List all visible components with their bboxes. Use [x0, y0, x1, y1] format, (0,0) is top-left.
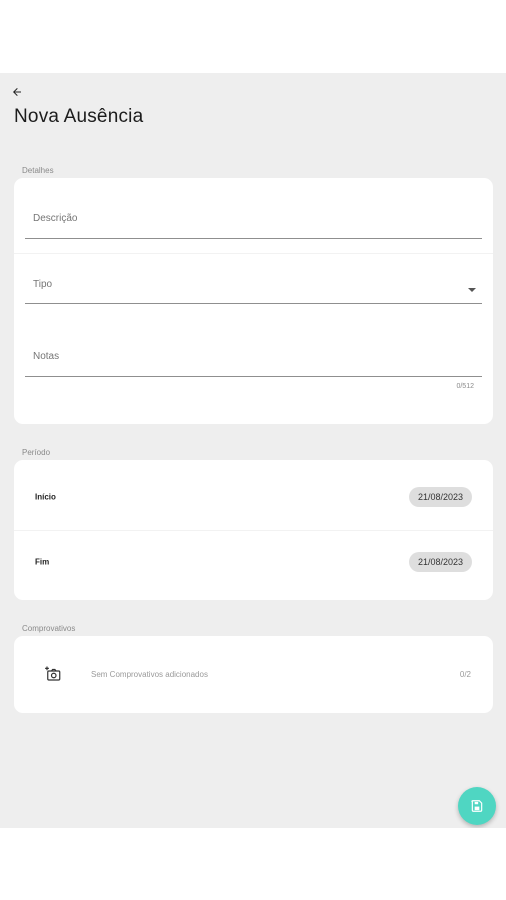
app-screen: Nova Ausência Detalhes Descrição Tipo No…	[0, 73, 506, 828]
end-date-row[interactable]: Fim 21/08/2023	[14, 530, 493, 594]
end-label: Fim	[35, 557, 50, 567]
type-select[interactable]: Tipo	[25, 263, 482, 304]
notes-field[interactable]: Notas	[25, 336, 482, 377]
add-photo-icon	[45, 666, 61, 681]
divider	[14, 253, 493, 254]
type-underline	[25, 303, 482, 304]
save-fab[interactable]	[458, 787, 496, 825]
section-label-details: Detalhes	[22, 166, 54, 175]
save-icon	[471, 800, 483, 812]
notes-underline	[25, 376, 482, 377]
proofs-card: Sem Comprovativos adicionados 0/2	[14, 636, 493, 713]
section-label-period: Período	[22, 448, 51, 457]
start-date-row[interactable]: Início 21/08/2023	[14, 465, 493, 529]
notes-counter: 0/512	[456, 383, 474, 390]
section-label-proofs: Comprovativos	[22, 624, 76, 633]
notes-placeholder: Notas	[33, 351, 60, 362]
details-card: Descrição Tipo Notas 0/512	[14, 178, 493, 424]
empty-proofs-text: Sem Comprovativos adicionados	[91, 670, 208, 679]
description-field[interactable]: Descrição	[25, 198, 482, 239]
start-date-chip[interactable]: 21/08/2023	[408, 487, 472, 507]
page-title: Nova Ausência	[14, 106, 144, 127]
period-card: Início 21/08/2023 Fim 21/08/2023	[14, 460, 493, 600]
end-date-chip[interactable]: 21/08/2023	[408, 552, 472, 572]
description-placeholder: Descrição	[33, 213, 78, 224]
back-button[interactable]	[6, 82, 28, 102]
description-underline	[25, 238, 482, 239]
type-placeholder: Tipo	[33, 279, 53, 290]
start-label: Início	[35, 492, 56, 502]
add-photo-button[interactable]	[42, 663, 64, 685]
dropdown-arrow-icon	[468, 288, 476, 292]
arrow-left-icon	[13, 88, 21, 96]
proofs-count: 0/2	[459, 670, 471, 679]
